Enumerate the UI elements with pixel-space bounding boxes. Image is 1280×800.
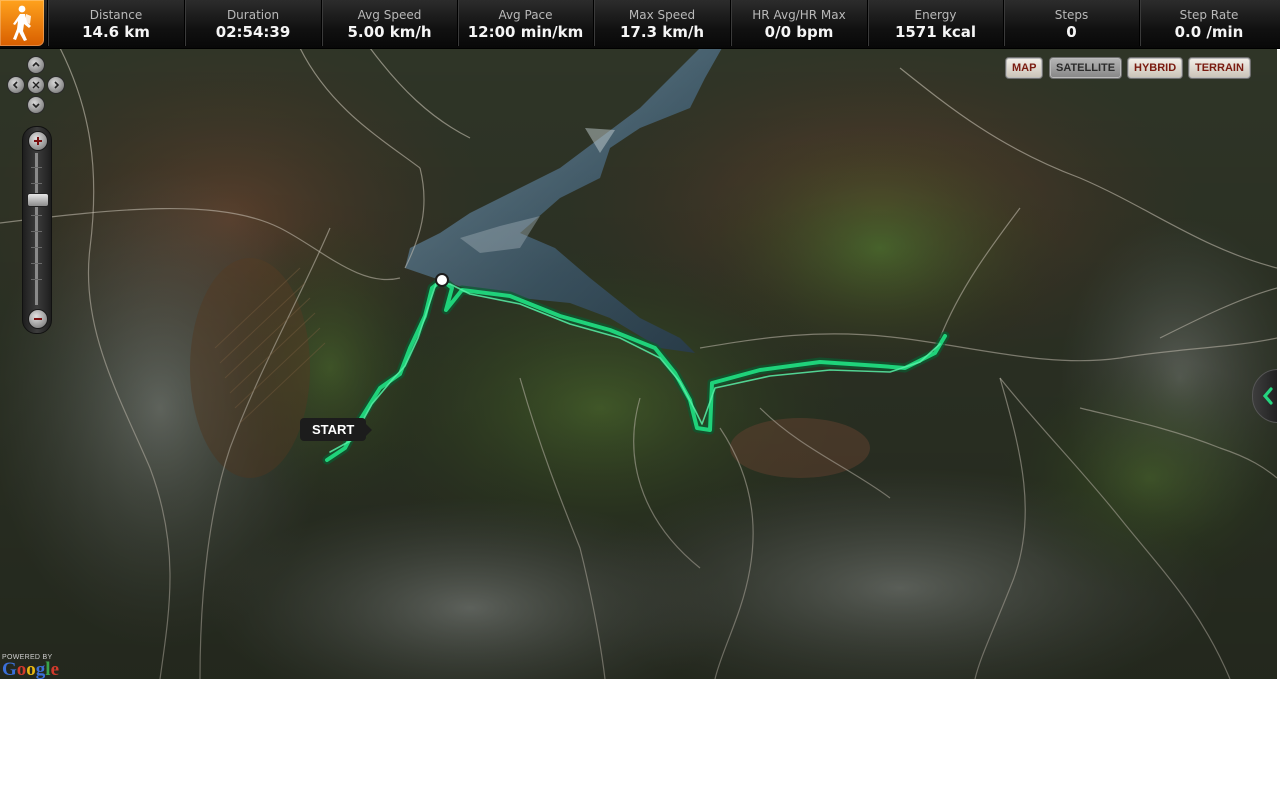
pan-up-button[interactable]	[27, 56, 45, 74]
stat-value: 12:00 min/km	[467, 23, 584, 41]
pan-reset-icon	[32, 81, 40, 89]
map-type-map-button[interactable]: MAP	[1005, 57, 1044, 79]
pan-right-button[interactable]	[47, 76, 65, 94]
stat-label: Avg Pace	[498, 8, 553, 22]
zoom-out-icon	[34, 318, 42, 320]
pan-up-icon	[32, 61, 40, 67]
stats-bar: Distance 14.6 km Duration 02:54:39 Avg S…	[0, 0, 1280, 49]
pan-right-icon	[54, 81, 60, 89]
zoom-control	[22, 126, 52, 334]
zoom-tick	[31, 247, 42, 248]
map-type-terrain-button[interactable]: TERRAIN	[1188, 57, 1251, 79]
zoom-tick	[31, 167, 42, 168]
map-type-satellite-button[interactable]: SATELLITE	[1049, 57, 1123, 79]
hiker-icon	[13, 5, 31, 41]
stat-value: 1571 kcal	[894, 23, 977, 41]
stat-label: Duration	[226, 8, 280, 22]
pan-left-button[interactable]	[7, 76, 25, 94]
start-label: START	[300, 418, 373, 441]
pan-reset-button[interactable]	[27, 76, 45, 94]
zoom-track[interactable]	[35, 153, 38, 305]
satellite-map[interactable]: MAP SATELLITE HYBRID TERRAIN START POWER…	[0, 48, 1277, 679]
stat-step-rate: Step Rate 0.0 /min	[1139, 0, 1278, 46]
stat-heart-rate: HR Avg/HR Max 0/0 bpm	[730, 0, 867, 46]
stat-avg-pace: Avg Pace 12:00 min/km	[457, 0, 593, 46]
stat-label: Max Speed	[628, 8, 696, 22]
position-marker[interactable]	[435, 273, 449, 287]
stat-label: HR Avg/HR Max	[752, 8, 846, 22]
stat-label: Energy	[914, 8, 957, 22]
zoom-tick	[31, 231, 42, 232]
chevron-left-icon	[1262, 387, 1273, 405]
pan-control	[4, 54, 68, 118]
pan-down-button[interactable]	[27, 96, 45, 114]
stat-value: 0/0 bpm	[764, 23, 834, 41]
stat-label: Step Rate	[1179, 8, 1239, 22]
zoom-in-icon	[34, 137, 42, 145]
stat-value: 14.6 km	[82, 23, 150, 41]
stat-value: 5.00 km/h	[347, 23, 432, 41]
zoom-in-button[interactable]	[28, 131, 48, 151]
zoom-tick	[31, 183, 42, 184]
google-wordmark: Google	[2, 659, 59, 679]
map-type-hybrid-button[interactable]: HYBRID	[1127, 57, 1184, 79]
stat-avg-speed: Avg Speed 5.00 km/h	[321, 0, 457, 46]
activity-badge[interactable]	[0, 0, 44, 46]
zoom-tick	[31, 263, 42, 264]
google-logo: POWERED BY Google	[2, 654, 59, 679]
stat-distance: Distance 14.6 km	[47, 0, 184, 46]
stat-label: Steps	[1054, 8, 1089, 22]
zoom-tick	[31, 279, 42, 280]
stat-label: Distance	[89, 8, 143, 22]
stat-value: 02:54:39	[215, 23, 291, 41]
stat-value: 17.3 km/h	[620, 23, 704, 41]
zoom-tick	[31, 215, 42, 216]
pan-left-icon	[12, 81, 18, 89]
stat-value: 0	[1066, 23, 1077, 41]
stat-max-speed: Max Speed 17.3 km/h	[593, 0, 730, 46]
zoom-slider-thumb[interactable]	[27, 193, 49, 207]
stat-duration: Duration 02:54:39	[184, 0, 321, 46]
stat-label: Avg Speed	[357, 8, 422, 22]
satellite-imagery	[0, 48, 1277, 679]
stat-steps: Steps 0	[1003, 0, 1139, 46]
pan-down-icon	[32, 103, 40, 109]
stat-value: 0.0 /min	[1174, 23, 1244, 41]
stat-energy: Energy 1571 kcal	[867, 0, 1003, 46]
zoom-out-button[interactable]	[28, 309, 48, 329]
